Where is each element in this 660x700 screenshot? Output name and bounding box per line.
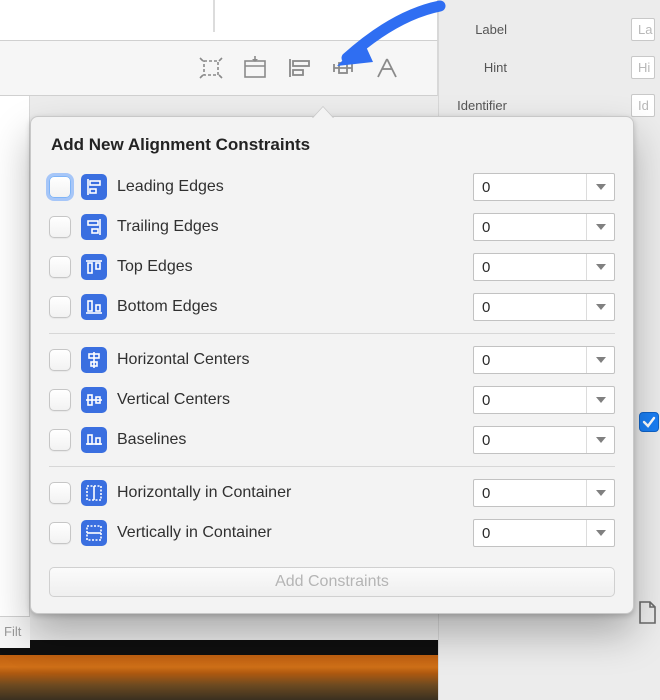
pin-icon (330, 56, 356, 80)
baseline-icon (81, 427, 107, 453)
filter-field[interactable]: Filt (0, 616, 30, 648)
vcenter-icon (81, 387, 107, 413)
constraint-checkbox[interactable] (49, 296, 71, 318)
constraint-row: Horizontally in Container 0 (49, 473, 615, 513)
constraint-value-field[interactable]: 0 (473, 173, 615, 201)
label-field[interactable]: La (631, 18, 655, 41)
editor-left-strip (0, 96, 30, 616)
bottom-icon (81, 294, 107, 320)
resolve-issues-icon (374, 56, 400, 80)
constraint-checkbox[interactable] (49, 176, 71, 198)
constraint-label: Horizontal Centers (117, 351, 463, 369)
pin-button[interactable] (322, 49, 364, 87)
constraint-row: Top Edges 0 (49, 247, 615, 287)
constraint-checkbox[interactable] (49, 482, 71, 504)
top-icon (81, 254, 107, 280)
constraint-checkbox[interactable] (49, 256, 71, 278)
popover-separator (49, 466, 615, 467)
hint-field-label: Hint (445, 60, 507, 75)
constraint-value: 0 (474, 432, 498, 449)
constraint-checkbox[interactable] (49, 389, 71, 411)
dropdown-caret-icon[interactable] (586, 480, 614, 506)
constraint-label: Horizontally in Container (117, 484, 463, 502)
identifier-field[interactable]: Id (631, 94, 655, 117)
constraint-value-field[interactable]: 0 (473, 479, 615, 507)
vcontainer-icon (81, 520, 107, 546)
constraint-value: 0 (474, 179, 498, 196)
hcenter-icon (81, 347, 107, 373)
constraint-value-field[interactable]: 0 (473, 213, 615, 241)
constraint-value: 0 (474, 392, 498, 409)
constraint-value-field[interactable]: 0 (473, 426, 615, 454)
constraint-value: 0 (474, 352, 498, 369)
constraint-value-field[interactable]: 0 (473, 386, 615, 414)
constraint-value: 0 (474, 525, 498, 542)
constraint-label: Trailing Edges (117, 218, 463, 236)
constraint-value: 0 (474, 219, 498, 236)
constraint-value: 0 (474, 299, 498, 316)
constraint-label: Baselines (117, 431, 463, 449)
hint-field[interactable]: Hi (631, 56, 655, 79)
dropdown-caret-icon[interactable] (586, 520, 614, 546)
constraint-label: Vertical Centers (117, 391, 463, 409)
trailing-icon (81, 214, 107, 240)
dropdown-caret-icon[interactable] (586, 174, 614, 200)
align-button[interactable] (278, 49, 320, 87)
canvas-area (0, 0, 438, 40)
hcontainer-icon (81, 480, 107, 506)
embed-in-button[interactable] (234, 49, 276, 87)
constraint-label: Leading Edges (117, 178, 463, 196)
constraint-row: Leading Edges 0 (49, 167, 615, 207)
identifier-field-label: Identifier (445, 98, 507, 113)
update-frames-button[interactable] (190, 49, 232, 87)
inspector-checkbox-checked[interactable] (639, 412, 659, 432)
dropdown-caret-icon[interactable] (586, 427, 614, 453)
constraint-value: 0 (474, 259, 498, 276)
dropdown-caret-icon[interactable] (586, 254, 614, 280)
dropdown-caret-icon[interactable] (586, 214, 614, 240)
constraint-checkbox[interactable] (49, 216, 71, 238)
constraint-checkbox[interactable] (49, 349, 71, 371)
constraint-value-field[interactable]: 0 (473, 519, 615, 547)
constraint-checkbox[interactable] (49, 522, 71, 544)
update-frames-icon (198, 56, 224, 80)
popover-arrow (312, 106, 334, 118)
constraint-row: Vertically in Container 0 (49, 513, 615, 553)
label-field-label: Label (445, 22, 507, 37)
document-icon[interactable] (636, 600, 658, 626)
constraint-value-field[interactable]: 0 (473, 346, 615, 374)
dropdown-caret-icon[interactable] (586, 347, 614, 373)
dropdown-caret-icon[interactable] (586, 294, 614, 320)
constraint-row: Vertical Centers 0 (49, 380, 615, 420)
resolve-issues-button[interactable] (366, 49, 408, 87)
embed-in-icon (242, 56, 268, 80)
constraint-value-field[interactable]: 0 (473, 293, 615, 321)
leading-icon (81, 174, 107, 200)
constraint-label: Top Edges (117, 258, 463, 276)
constraint-value: 0 (474, 485, 498, 502)
popover-separator (49, 333, 615, 334)
add-constraints-button[interactable]: Add Constraints (49, 567, 615, 597)
checkmark-icon (642, 415, 656, 429)
align-icon (286, 56, 312, 80)
popover-title: Add New Alignment Constraints (51, 135, 615, 155)
alignment-constraints-popover: Add New Alignment Constraints Leading Ed… (30, 116, 634, 614)
constraint-label: Vertically in Container (117, 524, 463, 542)
constraint-row: Bottom Edges 0 (49, 287, 615, 327)
constraint-value-field[interactable]: 0 (473, 253, 615, 281)
constraint-row: Trailing Edges 0 (49, 207, 615, 247)
dropdown-caret-icon[interactable] (586, 387, 614, 413)
constraint-row: Baselines 0 (49, 420, 615, 460)
constraint-checkbox[interactable] (49, 429, 71, 451)
constraint-label: Bottom Edges (117, 298, 463, 316)
alignment-guide (213, 0, 215, 32)
constraint-row: Horizontal Centers 0 (49, 340, 615, 380)
